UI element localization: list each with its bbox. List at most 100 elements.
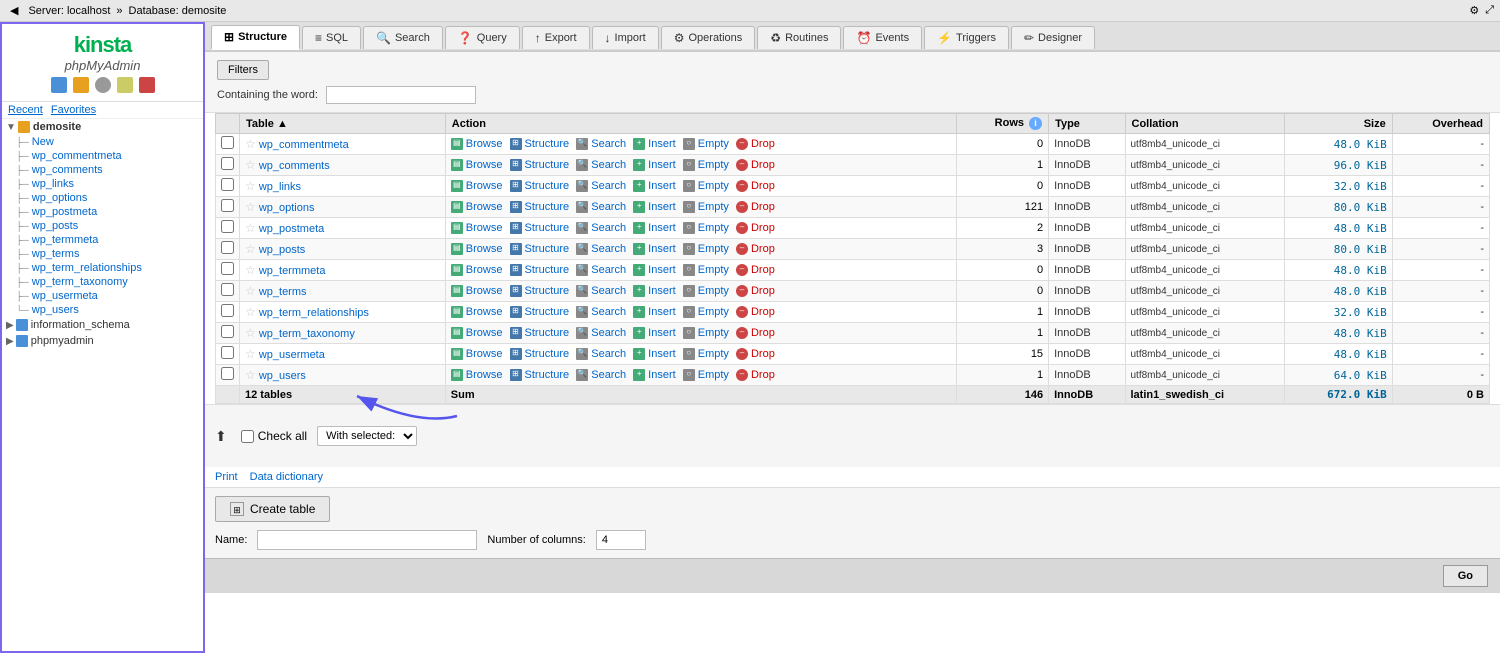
table-name-link[interactable]: wp_term_relationships [259, 307, 369, 319]
sidebar-item-wp-commentmeta[interactable]: ├─ wp_commentmeta [2, 149, 203, 163]
search-link[interactable]: Search [591, 222, 626, 234]
search-link[interactable]: Search [591, 180, 626, 192]
drop-link[interactable]: Drop [751, 138, 775, 150]
sidebar-item-new[interactable]: ├─ New [2, 135, 203, 149]
reload-icon[interactable] [95, 77, 111, 93]
row-checkbox[interactable] [221, 367, 234, 380]
browse-link[interactable]: Browse [466, 201, 503, 213]
insert-link[interactable]: Insert [648, 222, 676, 234]
insert-link[interactable]: Insert [648, 180, 676, 192]
search-link[interactable]: Search [591, 327, 626, 339]
browse-link[interactable]: Browse [466, 159, 503, 171]
table-name-link[interactable]: wp_termmeta [259, 265, 326, 277]
table-name-link[interactable]: wp_commentmeta [259, 139, 349, 151]
insert-link[interactable]: Insert [648, 369, 676, 381]
sidebar-item-wp-terms[interactable]: ├─ wp_terms [2, 247, 203, 261]
sidebar-item-wp-usermeta[interactable]: ├─ wp_usermeta [2, 289, 203, 303]
browse-link[interactable]: Browse [466, 264, 503, 276]
empty-link[interactable]: Empty [698, 201, 729, 213]
table-name-link[interactable]: wp_links [259, 181, 301, 193]
filters-input[interactable] [326, 86, 476, 104]
star-icon[interactable]: ☆ [245, 200, 256, 214]
drop-link[interactable]: Drop [751, 348, 775, 360]
structure-link[interactable]: Structure [525, 201, 570, 213]
table-name-link[interactable]: wp_posts [259, 244, 305, 256]
drop-link[interactable]: Drop [751, 201, 775, 213]
favorites-link[interactable]: Favorites [51, 104, 96, 116]
star-icon[interactable]: ☆ [245, 158, 256, 172]
row-checkbox[interactable] [221, 283, 234, 296]
star-icon[interactable]: ☆ [245, 368, 256, 382]
sidebar-item-wp-options[interactable]: ├─ wp_options [2, 191, 203, 205]
drop-link[interactable]: Drop [751, 327, 775, 339]
structure-link[interactable]: Structure [525, 285, 570, 297]
empty-link[interactable]: Empty [698, 369, 729, 381]
star-icon[interactable]: ☆ [245, 284, 256, 298]
insert-link[interactable]: Insert [648, 264, 676, 276]
empty-link[interactable]: Empty [698, 180, 729, 192]
tab-sql[interactable]: ≡ SQL [302, 26, 361, 49]
sidebar-item-wp-posts[interactable]: ├─ wp_posts [2, 219, 203, 233]
browse-link[interactable]: Browse [466, 180, 503, 192]
row-checkbox[interactable] [221, 178, 234, 191]
star-icon[interactable]: ☆ [245, 221, 256, 235]
structure-link[interactable]: Structure [525, 243, 570, 255]
home-icon[interactable] [51, 77, 67, 93]
search-link[interactable]: Search [591, 138, 626, 150]
star-icon[interactable]: ☆ [245, 242, 256, 256]
tab-routines[interactable]: ♻ Routines [757, 26, 841, 49]
empty-link[interactable]: Empty [698, 138, 729, 150]
sidebar-item-wp-links[interactable]: ├─ wp_links [2, 177, 203, 191]
browse-link[interactable]: Browse [466, 306, 503, 318]
drop-link[interactable]: Drop [751, 369, 775, 381]
sidebar-item-wp-term-taxonomy[interactable]: ├─ wp_term_taxonomy [2, 275, 203, 289]
drop-link[interactable]: Drop [751, 222, 775, 234]
table-name-link[interactable]: wp_terms [259, 286, 307, 298]
row-checkbox[interactable] [221, 346, 234, 359]
settings-icon[interactable]: ⚙ [1469, 4, 1479, 17]
browse-link[interactable]: Browse [466, 285, 503, 297]
search-link[interactable]: Search [591, 159, 626, 171]
create-name-input[interactable] [257, 530, 477, 550]
search-link[interactable]: Search [591, 285, 626, 297]
filters-button[interactable]: Filters [217, 60, 269, 80]
insert-link[interactable]: Insert [648, 306, 676, 318]
row-checkbox[interactable] [221, 241, 234, 254]
insert-link[interactable]: Insert [648, 243, 676, 255]
tab-events[interactable]: ⏰ Events [843, 26, 922, 49]
browse-link[interactable]: Browse [466, 243, 503, 255]
empty-link[interactable]: Empty [698, 159, 729, 171]
tab-designer[interactable]: ✏ Designer [1011, 26, 1095, 49]
structure-link[interactable]: Structure [525, 222, 570, 234]
star-icon[interactable]: ☆ [245, 347, 256, 361]
drop-link[interactable]: Drop [751, 264, 775, 276]
recent-icon[interactable] [117, 77, 133, 93]
tab-export[interactable]: ↑ Export [522, 26, 590, 49]
browse-link[interactable]: Browse [466, 369, 503, 381]
table-name-link[interactable]: wp_users [259, 370, 306, 382]
with-selected-select[interactable]: With selected: Browse Structure Search D… [317, 426, 417, 446]
insert-link[interactable]: Insert [648, 201, 676, 213]
insert-link[interactable]: Insert [648, 327, 676, 339]
tab-import[interactable]: ↓ Import [592, 26, 659, 49]
row-checkbox[interactable] [221, 262, 234, 275]
empty-link[interactable]: Empty [698, 348, 729, 360]
drop-link[interactable]: Drop [751, 285, 775, 297]
rows-info-icon[interactable]: i [1029, 117, 1042, 130]
star-icon[interactable]: ☆ [245, 326, 256, 340]
sidebar-item-wp-termmeta[interactable]: ├─ wp_termmeta [2, 233, 203, 247]
row-checkbox[interactable] [221, 157, 234, 170]
row-checkbox[interactable] [221, 199, 234, 212]
table-name-link[interactable]: wp_postmeta [259, 223, 324, 235]
sidebar-item-phpmyadmin[interactable]: ▶ phpmyadmin [2, 333, 203, 349]
print-link[interactable]: Print [215, 471, 238, 483]
drop-link[interactable]: Drop [751, 180, 775, 192]
search-link[interactable]: Search [591, 243, 626, 255]
browse-link[interactable]: Browse [466, 348, 503, 360]
fullscreen-icon[interactable]: ⤢ [1485, 4, 1494, 17]
row-checkbox[interactable] [221, 220, 234, 233]
database-icon[interactable] [73, 77, 89, 93]
create-columns-input[interactable] [596, 530, 646, 550]
table-name-link[interactable]: wp_usermeta [259, 349, 325, 361]
sidebar-item-information-schema[interactable]: ▶ information_schema [2, 317, 203, 333]
